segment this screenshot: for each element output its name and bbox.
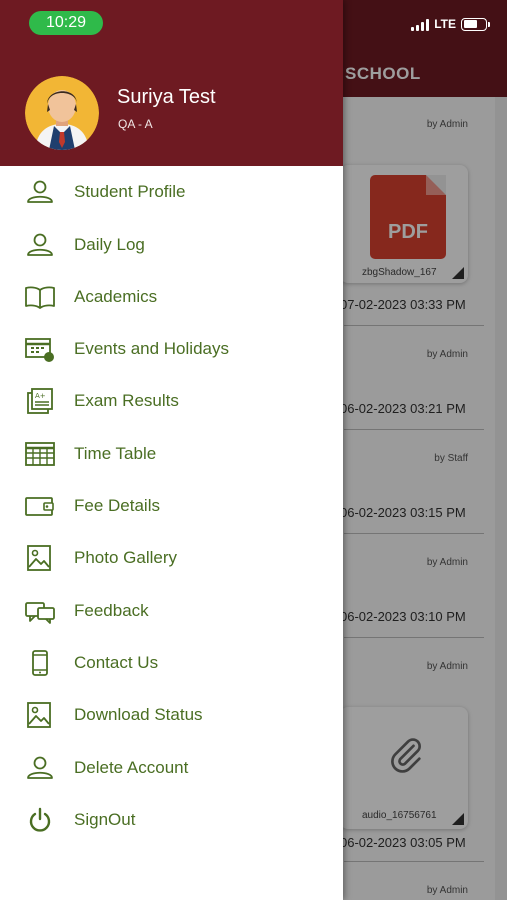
chat-bubbles-icon <box>24 598 56 624</box>
image-icon <box>24 702 56 728</box>
navigation-drawer: Suriya Test QA - A Student Profile Daily… <box>0 0 343 900</box>
menu-item-label: Exam Results <box>74 391 179 410</box>
menu-item-fee-details[interactable]: Fee Details <box>0 483 343 529</box>
menu-item-time-table[interactable]: Time Table <box>0 431 343 477</box>
power-icon <box>24 807 56 833</box>
menu-item-label: Download Status <box>74 705 203 724</box>
mobile-phone-icon <box>24 650 56 676</box>
menu-item-label: Daily Log <box>74 235 145 254</box>
menu-item-signout[interactable]: SignOut <box>0 797 343 843</box>
menu-item-label: Delete Account <box>74 758 189 777</box>
menu-item-academics[interactable]: Academics <box>0 274 343 320</box>
menu-item-student-profile[interactable]: Student Profile <box>0 169 343 215</box>
calendar-grid-icon <box>24 441 56 467</box>
signal-icon <box>411 18 430 31</box>
menu-item-label: Feedback <box>74 601 149 620</box>
status-indicators: LTE <box>411 17 490 31</box>
menu-item-label: Student Profile <box>74 182 186 201</box>
status-time: 10:29 <box>29 11 103 35</box>
menu-item-label: Time Table <box>74 444 157 463</box>
person-icon <box>24 179 56 205</box>
menu-item-feedback[interactable]: Feedback <box>0 588 343 634</box>
menu-item-contact-us[interactable]: Contact Us <box>0 640 343 686</box>
user-name: Suriya Test <box>117 86 216 108</box>
menu-item-label: Fee Details <box>74 496 160 515</box>
network-type: LTE <box>434 17 456 31</box>
menu-item-label: SignOut <box>74 810 136 829</box>
student-avatar-icon <box>25 76 99 150</box>
battery-icon <box>461 17 490 31</box>
calendar-event-icon <box>24 336 56 362</box>
results-doc-icon: A+ <box>24 388 56 414</box>
person-icon <box>24 232 56 258</box>
menu-item-label: Events and Holidays <box>74 339 229 358</box>
wallet-icon <box>24 493 56 519</box>
menu-item-label: Photo Gallery <box>74 548 177 567</box>
menu-item-delete-account[interactable]: Delete Account <box>0 745 343 791</box>
menu-item-photo-gallery[interactable]: Photo Gallery <box>0 535 343 581</box>
menu-item-exam-results[interactable]: A+ Exam Results <box>0 378 343 424</box>
person-icon <box>24 755 56 781</box>
menu-item-label: Academics <box>74 287 158 306</box>
menu-item-daily-log[interactable]: Daily Log <box>0 222 343 268</box>
open-book-icon <box>24 284 56 310</box>
menu-item-label: Contact Us <box>74 653 159 672</box>
user-class: QA - A <box>118 117 153 131</box>
svg-text:A+: A+ <box>35 392 46 400</box>
menu-item-download-status[interactable]: Download Status <box>0 692 343 738</box>
avatar[interactable] <box>25 76 99 150</box>
image-icon <box>24 545 56 571</box>
menu-item-events-and-holidays[interactable]: Events and Holidays <box>0 326 343 372</box>
